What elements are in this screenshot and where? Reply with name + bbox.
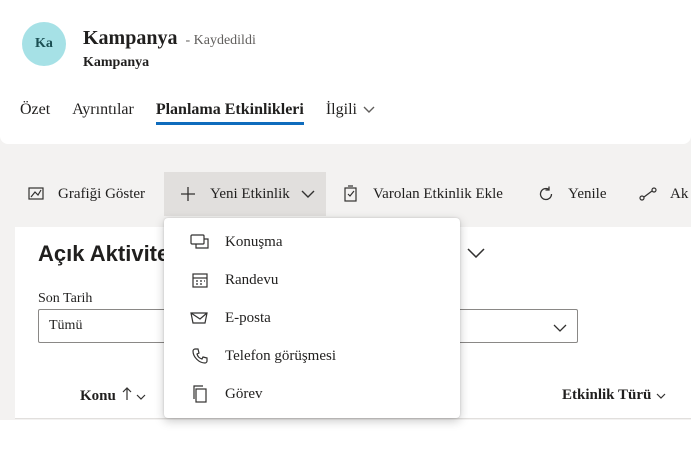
refresh-label: Yenile: [568, 185, 607, 202]
chevron-down-icon: [553, 319, 567, 337]
record-header: Ka Kampanya - Kaydedildi Kampanya Özet A…: [0, 0, 691, 144]
flow-icon: [638, 184, 658, 204]
menu-item-phone-call[interactable]: Telefon görüşmesi: [164, 337, 460, 375]
add-existing-activity-button[interactable]: Varolan Etkinlik Ekle: [341, 174, 503, 214]
conversation-icon: [190, 232, 210, 252]
column-header-subject[interactable]: Konu: [80, 387, 146, 406]
due-date-filter-label: Son Tarih: [38, 291, 93, 306]
column-header-activity-type[interactable]: Etkinlik Türü: [562, 387, 666, 404]
column-label: Konu: [80, 388, 116, 404]
task-icon: [190, 384, 210, 404]
column-label: Etkinlik Türü: [562, 387, 652, 403]
avatar: Ka: [22, 22, 66, 66]
menu-item-label: Görev: [225, 385, 263, 402]
tab-label: Planlama Etkinlikleri: [155, 101, 304, 118]
page-title: Kampanya: [83, 27, 178, 49]
plus-icon: [178, 184, 198, 204]
new-activity-button[interactable]: Yeni Etkinlik: [164, 172, 326, 216]
email-icon: [190, 308, 210, 328]
menu-item-label: Randevu: [225, 271, 279, 288]
menu-item-label: Telefon görüşmesi: [225, 347, 337, 364]
new-activity-label: Yeni Etkinlik: [210, 185, 290, 202]
tab-planning-activities[interactable]: Planlama Etkinlikleri: [155, 98, 304, 125]
chevron-down-icon: [136, 388, 146, 405]
add-existing-label: Varolan Etkinlik Ekle: [373, 185, 503, 202]
chart-icon: [26, 184, 46, 204]
more-commands-button[interactable]: Ak: [638, 174, 688, 214]
tab-bar: Özet Ayrıntılar Planlama Etkinlikleri İl…: [20, 98, 397, 138]
calendar-icon: [190, 270, 210, 290]
add-existing-icon: [341, 184, 361, 204]
new-activity-menu: Konuşma Randevu E-posta Telefon görüşmes…: [164, 218, 460, 418]
tab-related[interactable]: İlgili: [326, 98, 375, 122]
saved-status: - Kaydedildi: [185, 33, 256, 48]
tab-label: Özet: [20, 101, 51, 118]
tab-label: İlgili: [325, 101, 357, 118]
sort-ascending-icon: [122, 387, 132, 406]
chevron-down-icon: [298, 184, 318, 204]
panel-title: Açık Aktivite: [38, 241, 170, 266]
phone-icon: [190, 346, 210, 366]
menu-item-conversation[interactable]: Konuşma: [164, 223, 460, 261]
refresh-icon: [536, 184, 556, 204]
entity-type-label: Kampanya: [83, 55, 150, 70]
menu-item-task[interactable]: Görev: [164, 375, 460, 413]
menu-item-appointment[interactable]: Randevu: [164, 261, 460, 299]
title-row: Kampanya - Kaydedildi: [83, 27, 256, 50]
view-selector-chevron-icon[interactable]: [467, 245, 485, 263]
chevron-down-icon: [363, 101, 375, 119]
menu-item-label: Konuşma: [225, 233, 283, 250]
refresh-button[interactable]: Yenile: [536, 174, 606, 214]
tab-summary[interactable]: Özet: [20, 98, 50, 122]
command-bar: Grafiği Göster Yeni Etkinlik Varolan Etk…: [0, 160, 691, 224]
filter-value: Tümü: [49, 318, 83, 333]
more-commands-label: Ak: [670, 185, 689, 202]
tab-details[interactable]: Ayrıntılar: [72, 98, 134, 122]
show-chart-button[interactable]: Grafiği Göster: [26, 174, 145, 214]
menu-item-label: E-posta: [225, 309, 271, 326]
tab-label: Ayrıntılar: [72, 101, 134, 118]
chevron-down-icon: [656, 387, 666, 404]
show-chart-label: Grafiği Göster: [58, 185, 146, 202]
menu-item-email[interactable]: E-posta: [164, 299, 460, 337]
grid-body: [0, 420, 691, 453]
